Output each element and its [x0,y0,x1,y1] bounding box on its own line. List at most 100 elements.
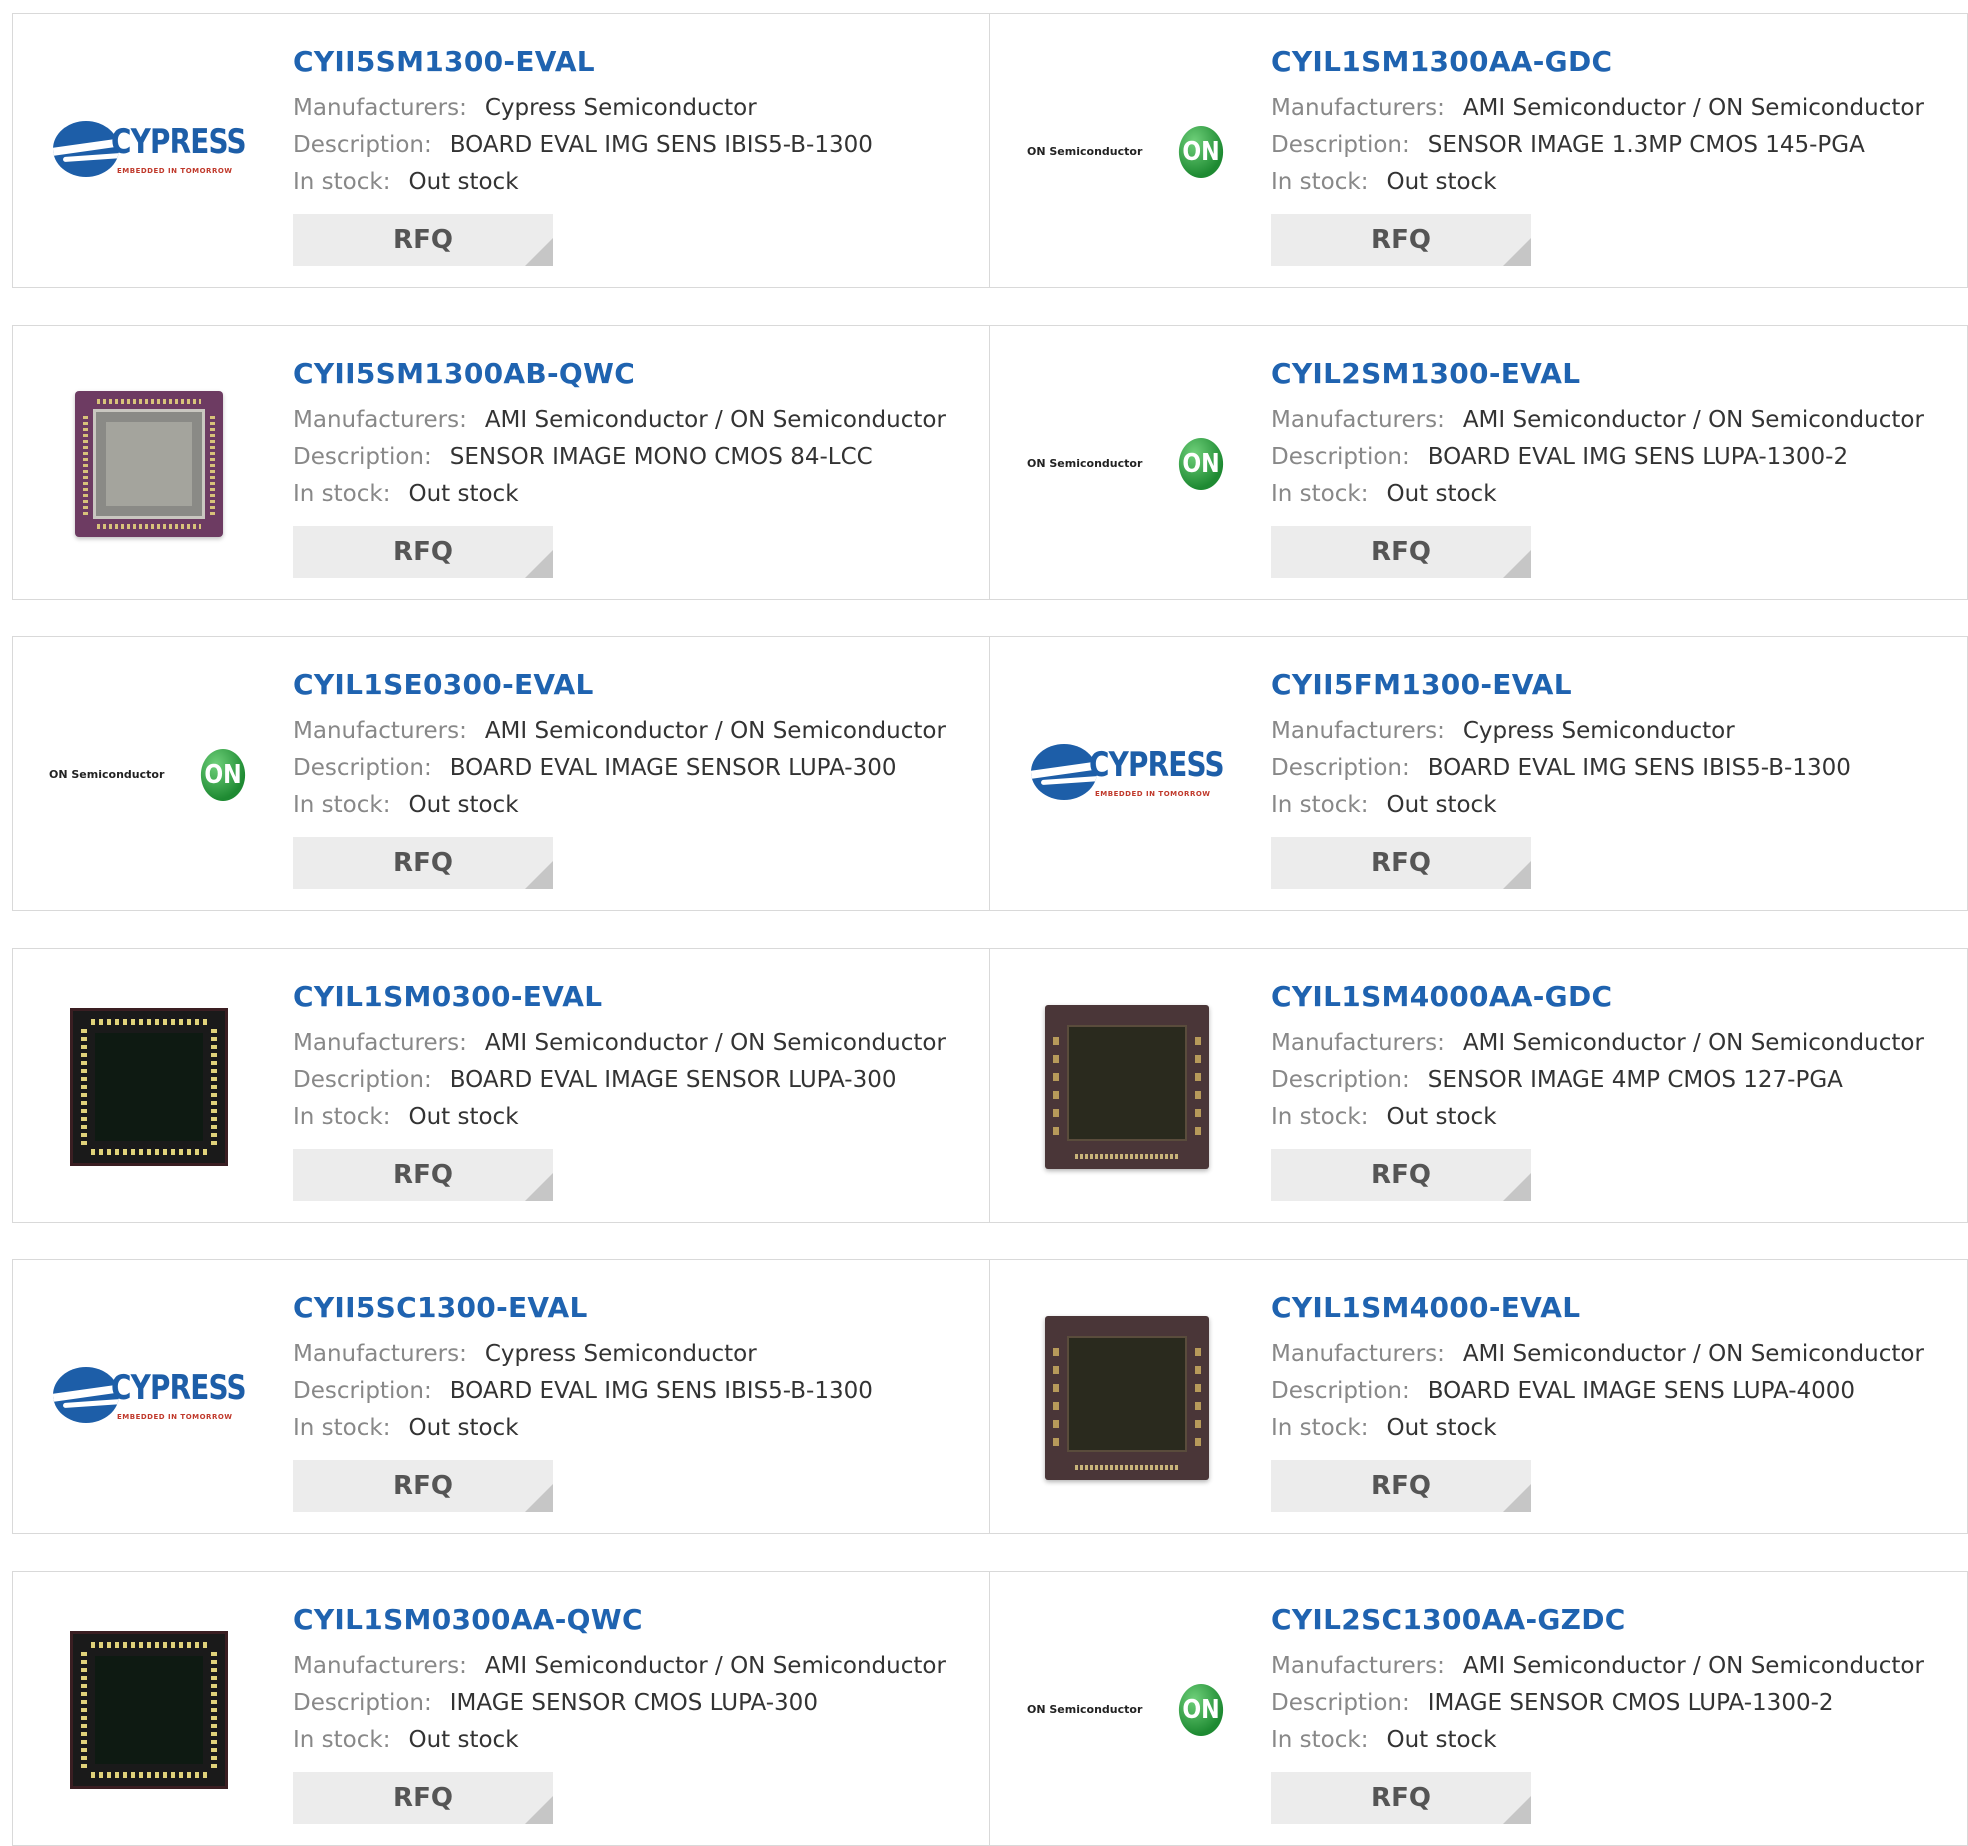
product-row: CYPRESS EMBEDDED IN TOMORROW CYII5SM1300-E… [12,13,1968,288]
manufacturer-value: AMI Semiconductor / ON Semiconductor [1462,1030,1924,1056]
column-divider [989,637,990,910]
sensor-chip-image [1045,1315,1209,1480]
product-thumbnail[interactable]: ON Semiconductor ON [1027,64,1227,239]
product-thumbnail[interactable]: CYPRESS EMBEDDED IN TOMORROW [49,1310,249,1485]
description-line: Description: BOARD EVAL IMAGE SENS LUPA-4… [1271,1373,1924,1410]
in-stock-label: In stock: [293,169,391,195]
description-value: BOARD EVAL IMAGE SENSOR LUPA-300 [449,1067,897,1093]
stock-value: Out stock [408,169,519,195]
product-thumbnail[interactable]: CYPRESS EMBEDDED IN TOMORROW [1027,687,1227,862]
corner-triangle-icon [525,550,553,578]
part-number-link[interactable]: CYII5SC1300-EVAL [293,1290,873,1326]
manufacturer-line: Manufacturers: AMI Semiconductor / ON Sem… [293,1648,946,1685]
product-row: ON Semiconductor ON CYIL1SE0300-EVAL Manufa… [12,636,1968,911]
in-stock-label: In stock: [1271,169,1369,195]
part-number-link[interactable]: CYIL1SM4000AA-GDC [1271,979,1924,1015]
manufacturer-line: Manufacturers: AMI Semiconductor / ON Sem… [293,713,946,750]
rfq-button[interactable]: RFQ [293,1772,553,1824]
on-semiconductor-logo: ON Semiconductor ON [1027,1680,1227,1740]
part-number-link[interactable]: CYII5SM1300-EVAL [293,44,873,80]
product-grid: CYPRESS EMBEDDED IN TOMORROW CYII5SM1300-E… [0,0,1968,1846]
stock-line: In stock: Out stock [293,476,946,513]
product-card: CYIL1SM0300AA-QWC Manufacturers: AMI Semic… [13,1572,989,1845]
rfq-button[interactable]: RFQ [293,526,553,578]
product-thumbnail[interactable] [49,999,249,1174]
product-thumbnail[interactable] [1027,1310,1227,1485]
rfq-button[interactable]: RFQ [1271,214,1531,266]
manufacturer-line: Manufacturers: Cypress Semiconductor [293,1336,873,1373]
manufacturers-label: Manufacturers: [1271,718,1445,744]
corner-triangle-icon [525,1484,553,1512]
product-thumbnail[interactable] [49,1622,249,1797]
product-card: ON Semiconductor ON CYIL1SM1300AA-GDC Manuf… [991,14,1967,287]
product-thumbnail[interactable] [49,376,249,551]
description-value: SENSOR IMAGE MONO CMOS 84-LCC [449,444,873,470]
rfq-button[interactable]: RFQ [1271,1460,1531,1512]
part-number-link[interactable]: CYIL2SC1300AA-GZDC [1271,1602,1924,1638]
stock-value: Out stock [408,1104,519,1130]
part-number-link[interactable]: CYIL1SM4000-EVAL [1271,1290,1924,1326]
corner-triangle-icon [525,1796,553,1824]
stock-line: In stock: Out stock [1271,1099,1924,1136]
manufacturer-line: Manufacturers: AMI Semiconductor / ON Sem… [1271,1336,1924,1373]
stock-value: Out stock [1386,1104,1497,1130]
in-stock-label: In stock: [1271,1727,1369,1753]
part-number-link[interactable]: CYII5FM1300-EVAL [1271,667,1851,703]
part-number-link[interactable]: CYIL1SM1300AA-GDC [1271,44,1924,80]
description-value: BOARD EVAL IMG SENS IBIS5-B-1300 [449,1378,873,1404]
manufacturer-value: AMI Semiconductor / ON Semiconductor [1462,95,1924,121]
rfq-button[interactable]: RFQ [293,214,553,266]
corner-triangle-icon [525,861,553,889]
corner-triangle-icon [1503,1796,1531,1824]
manufacturers-label: Manufacturers: [293,1341,467,1367]
rfq-label: RFQ [393,1471,453,1501]
product-card: CYII5SM1300AB-QWC Manufacturers: AMI Semic… [13,326,989,599]
stock-line: In stock: Out stock [1271,164,1924,201]
corner-triangle-icon [525,238,553,266]
manufacturer-line: Manufacturers: AMI Semiconductor / ON Sem… [1271,1648,1924,1685]
rfq-button[interactable]: RFQ [293,837,553,889]
part-number-link[interactable]: CYIL2SM1300-EVAL [1271,356,1924,392]
column-divider [989,1572,990,1845]
cypress-logo: CYPRESS EMBEDDED IN TOMORROW [51,1363,247,1433]
stock-line: In stock: Out stock [293,164,873,201]
manufacturer-value: AMI Semiconductor / ON Semiconductor [484,718,946,744]
column-divider [989,14,990,287]
rfq-button[interactable]: RFQ [293,1149,553,1201]
product-card: CYIL1SM4000-EVAL Manufacturers: AMI Semico… [991,1260,1967,1533]
rfq-button[interactable]: RFQ [1271,526,1531,578]
product-thumbnail[interactable]: ON Semiconductor ON [49,687,249,862]
manufacturers-label: Manufacturers: [293,1030,467,1056]
manufacturer-line: Manufacturers: Cypress Semiconductor [293,90,873,127]
part-number-link[interactable]: CYIL1SM0300-EVAL [293,979,946,1015]
manufacturers-label: Manufacturers: [293,95,467,121]
rfq-button[interactable]: RFQ [1271,837,1531,889]
rfq-button[interactable]: RFQ [1271,1149,1531,1201]
description-label: Description: [1271,1690,1410,1716]
manufacturer-line: Manufacturers: AMI Semiconductor / ON Sem… [1271,90,1924,127]
product-thumbnail[interactable] [1027,999,1227,1174]
manufacturers-label: Manufacturers: [1271,407,1445,433]
part-number-link[interactable]: CYIL1SM0300AA-QWC [293,1602,946,1638]
part-number-link[interactable]: CYIL1SE0300-EVAL [293,667,946,703]
product-row: CYPRESS EMBEDDED IN TOMORROW CYII5SC1300-E… [12,1259,1968,1534]
product-thumbnail[interactable]: ON Semiconductor ON [1027,1622,1227,1797]
description-value: BOARD EVAL IMAGE SENS LUPA-4000 [1427,1378,1856,1404]
rfq-label: RFQ [393,1783,453,1813]
rfq-label: RFQ [1371,1783,1431,1813]
rfq-label: RFQ [393,848,453,878]
product-thumbnail[interactable]: ON Semiconductor ON [1027,376,1227,551]
manufacturer-line: Manufacturers: Cypress Semiconductor [1271,713,1851,750]
sensor-chip-image [70,1630,228,1789]
manufacturers-label: Manufacturers: [1271,95,1445,121]
on-semiconductor-logo: ON Semiconductor ON [49,745,249,805]
sensor-chip-image [70,1007,228,1166]
rfq-button[interactable]: RFQ [293,1460,553,1512]
corner-triangle-icon [1503,1484,1531,1512]
corner-triangle-icon [1503,1173,1531,1201]
part-number-link[interactable]: CYII5SM1300AB-QWC [293,356,946,392]
rfq-label: RFQ [1371,1160,1431,1190]
rfq-button[interactable]: RFQ [1271,1772,1531,1824]
product-thumbnail[interactable]: CYPRESS EMBEDDED IN TOMORROW [49,64,249,239]
manufacturers-label: Manufacturers: [1271,1653,1445,1679]
